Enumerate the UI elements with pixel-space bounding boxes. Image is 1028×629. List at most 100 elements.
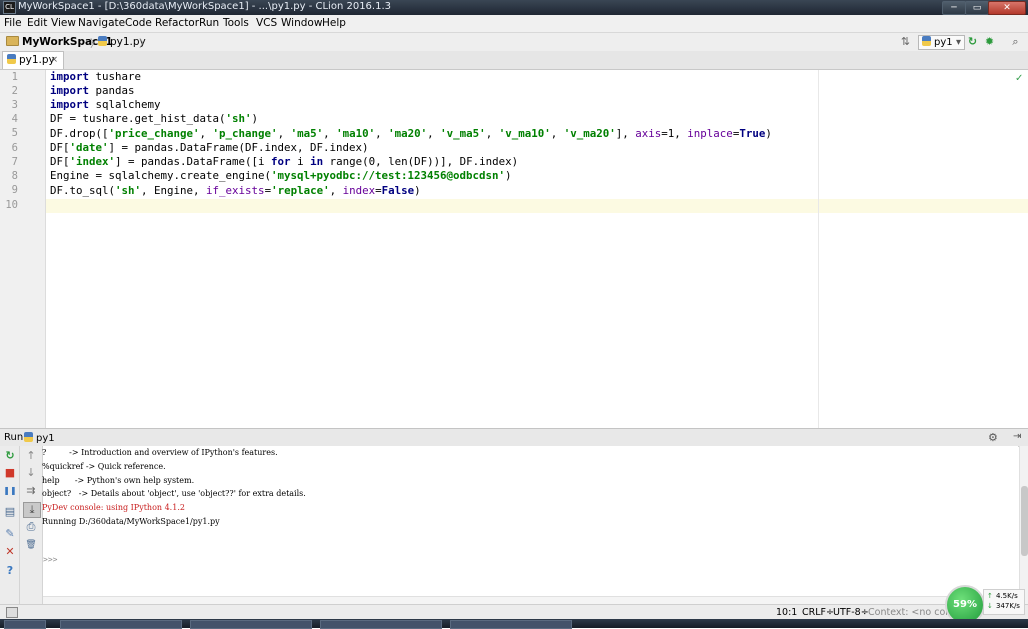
network-speed-widget: ↑ 4.5K/s ↓ 347K/s xyxy=(983,589,1025,615)
tool-windows-icon[interactable] xyxy=(6,607,18,618)
line-separator[interactable]: CRLF÷ xyxy=(802,607,834,618)
run-icon[interactable]: ↻ xyxy=(965,35,980,49)
menu-help[interactable]: Help xyxy=(322,17,346,29)
menu-refactor[interactable]: Refactor xyxy=(155,17,199,29)
code-line-5: DF.drop(['price_change', 'p_change', 'ma… xyxy=(50,127,772,141)
print-icon[interactable]: ⎙ xyxy=(23,520,39,534)
code-line-8: Engine = sqlalchemy.create_engine('mysql… xyxy=(50,169,512,183)
code-token: ) xyxy=(414,184,421,197)
console-vertical-scrollbar[interactable] xyxy=(1019,446,1028,604)
code-token: , xyxy=(550,127,564,140)
menu-run[interactable]: Run xyxy=(199,17,219,29)
debug-icon[interactable]: ✹ xyxy=(982,35,997,49)
line-number: 10 xyxy=(5,199,18,211)
console-prompt[interactable]: >>> xyxy=(43,555,57,564)
arrow-down-icon[interactable]: ↓ xyxy=(23,466,39,480)
string-token: 'ma5' xyxy=(290,127,324,140)
string-token: 'sh' xyxy=(115,184,142,197)
keyword-token: import xyxy=(50,98,90,111)
code-token: , xyxy=(375,127,389,140)
trash-icon[interactable]: 🗑 xyxy=(23,538,39,552)
code-token: DF = tushare.get_hist_data( xyxy=(50,112,226,125)
console-line: %quickref -> Quick reference. xyxy=(42,462,166,471)
line-number: 4 xyxy=(11,113,18,125)
line-number-gutter: 1 2 3 4 5 6 7 8 9 10 xyxy=(0,70,46,428)
keyword-token: for xyxy=(271,155,291,168)
menu-view[interactable]: View xyxy=(51,17,76,29)
gear-icon[interactable]: ⚙ xyxy=(988,431,998,444)
download-arrow-icon: ↓ xyxy=(987,602,993,610)
menu-edit[interactable]: Edit xyxy=(27,17,47,29)
rerun-icon[interactable]: ↻ xyxy=(2,449,18,463)
menu-navigate[interactable]: Navigate xyxy=(78,17,125,29)
run-tab-py1[interactable]: py1 xyxy=(24,432,55,444)
kwarg-token: inplace xyxy=(687,127,733,140)
console-horizontal-scrollbar[interactable] xyxy=(43,596,1018,604)
line-number: 2 xyxy=(11,85,18,97)
upload-arrow-icon: ↑ xyxy=(987,592,993,600)
line-number: 6 xyxy=(11,142,18,154)
soft-wrap-icon[interactable]: ⇉ xyxy=(23,484,39,498)
code-line-4: DF = tushare.get_hist_data('sh') xyxy=(50,112,258,126)
menu-code[interactable]: Code xyxy=(125,17,152,29)
maximize-button[interactable]: ▭ xyxy=(965,1,989,15)
code-token: , xyxy=(329,184,343,197)
scroll-to-end-icon[interactable]: ⤓ xyxy=(23,502,41,518)
line-number: 8 xyxy=(11,170,18,182)
upload-speed: 4.5K/s xyxy=(996,592,1018,600)
python-file-icon xyxy=(7,54,16,64)
string-token: 'v_ma20' xyxy=(563,127,616,140)
code-token: pandas xyxy=(89,84,135,97)
stop-icon[interactable]: ■ xyxy=(2,466,18,480)
scrollbar-thumb[interactable] xyxy=(1021,486,1028,556)
file-encoding[interactable]: UTF-8÷ xyxy=(833,607,869,618)
help-icon[interactable]: ? xyxy=(2,564,18,578)
python-file-icon xyxy=(98,36,107,46)
code-token: Engine = sqlalchemy.create_engine( xyxy=(50,169,272,182)
download-speed: 347K/s xyxy=(996,602,1020,610)
inspection-ok-icon[interactable]: ✓ xyxy=(1015,73,1025,84)
run-toolbar-secondary: ↑ ↓ ⇉ ⤓ ⎙ 🗑 xyxy=(20,446,43,604)
keyword-token: False xyxy=(381,184,415,197)
menu-tools[interactable]: Tools xyxy=(223,17,249,29)
run-config-selector[interactable]: py1 ▾ xyxy=(918,35,965,50)
code-token: , xyxy=(485,127,499,140)
window-title: MyWorkSpace1 - [D:\360data\MyWorkSpace1]… xyxy=(18,1,392,12)
tab-py1[interactable]: py1.py × xyxy=(2,51,64,69)
menu-vcs[interactable]: VCS xyxy=(256,17,277,29)
code-token: ] = pandas.DataFrame([i xyxy=(115,155,272,168)
tab-close-icon[interactable]: × xyxy=(50,52,58,69)
menu-file[interactable]: File xyxy=(4,17,22,29)
code-token: , Engine, xyxy=(141,184,207,197)
pause-icon[interactable]: ❚❚ xyxy=(2,484,18,498)
close-icon[interactable]: ✕ xyxy=(2,545,18,559)
hide-panel-icon[interactable]: ⇥ xyxy=(1013,431,1021,442)
code-token: ], xyxy=(615,127,636,140)
console-line: help -> Python's own help system. xyxy=(42,476,195,485)
status-bar: 10:1 CRLF÷ UTF-8÷ Context: <no conte xyxy=(0,604,1028,620)
code-token: , xyxy=(199,127,213,140)
clion-app-icon: CL xyxy=(3,1,16,14)
keyword-token: in xyxy=(310,155,324,168)
pin-icon[interactable]: ✎ xyxy=(2,527,18,541)
string-token: 'price_change' xyxy=(108,127,200,140)
sort-icon[interactable]: ⇅ xyxy=(898,35,913,49)
console-icon[interactable]: ▤ xyxy=(2,505,18,519)
menu-window[interactable]: Window xyxy=(281,17,322,29)
kwarg-token: axis xyxy=(635,127,662,140)
line-number: 7 xyxy=(11,156,18,168)
arrow-up-icon[interactable]: ↑ xyxy=(23,449,39,463)
navigation-bar: MyWorkSpace1 〉 py1.py 〉 ⇅ py1 ▾ ↻ ✹ ⌕ xyxy=(0,32,1028,53)
caret-position[interactable]: 10:1 xyxy=(776,607,797,618)
python-file-icon xyxy=(24,432,33,442)
code-token: range(0, len(DF))], DF.index) xyxy=(323,155,519,168)
minimize-button[interactable]: ─ xyxy=(942,1,966,15)
title-bar: CL MyWorkSpace1 - [D:\360data\MyWorkSpac… xyxy=(0,0,1028,15)
code-token: ) xyxy=(505,169,512,182)
breadcrumb-separator: 〉 xyxy=(139,38,150,50)
code-token: DF[ xyxy=(50,141,70,154)
console-line: Running D:/360data/MyWorkSpace1/py1.py xyxy=(42,517,220,526)
close-window-button[interactable]: ✕ xyxy=(988,1,1026,15)
search-icon[interactable]: ⌕ xyxy=(1008,35,1023,49)
string-token: 'ma20' xyxy=(388,127,428,140)
